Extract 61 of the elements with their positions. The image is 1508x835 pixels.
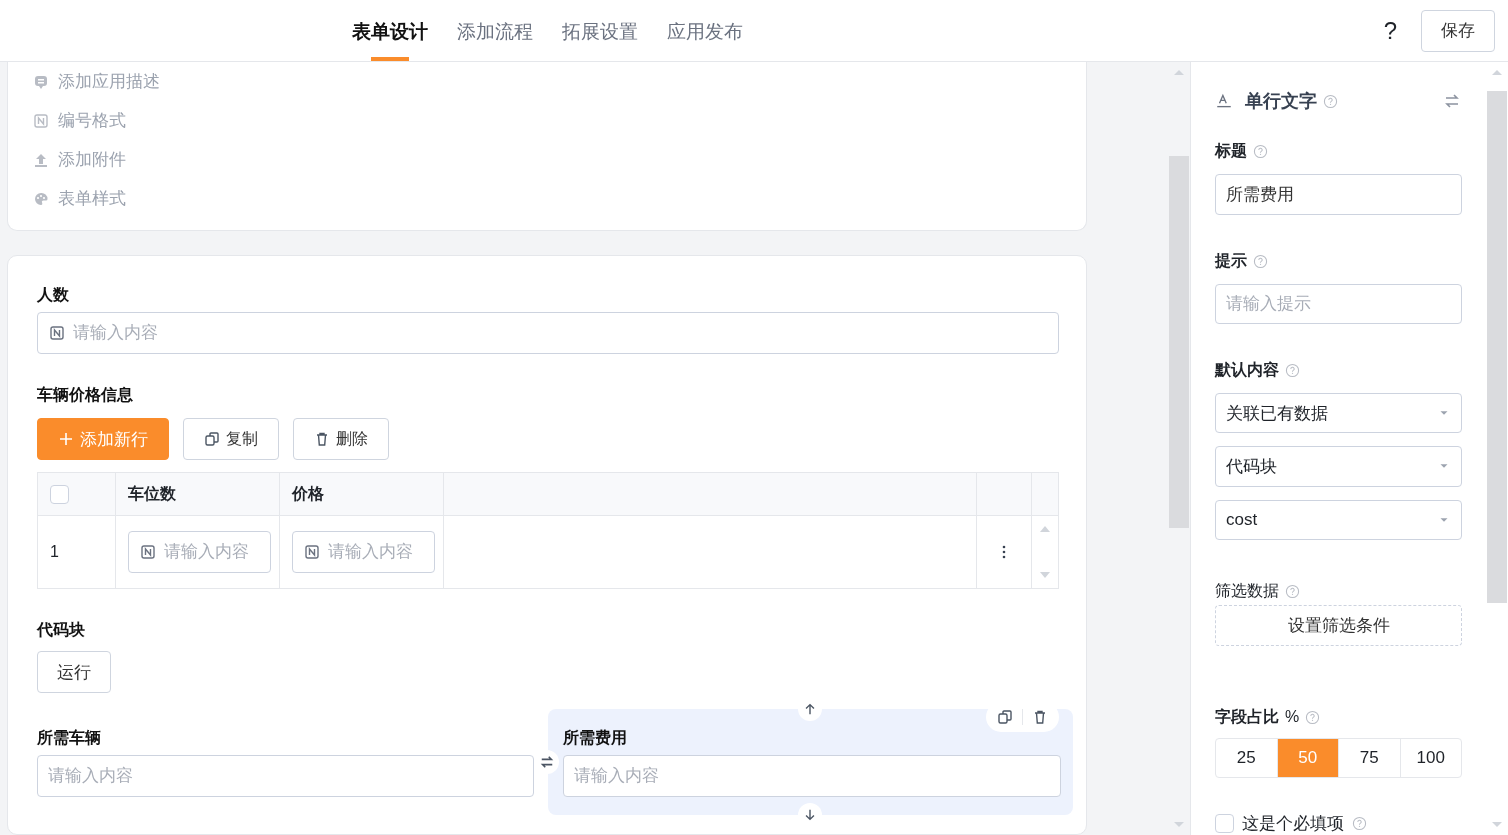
checkbox[interactable] xyxy=(1215,813,1234,833)
comment-icon xyxy=(33,73,49,90)
copy-icon xyxy=(204,431,220,447)
unit-label: % xyxy=(1285,708,1300,727)
row-number: 1 xyxy=(50,543,59,561)
trash-icon[interactable] xyxy=(1032,709,1048,725)
input-field[interactable]: 请输入内容 xyxy=(563,755,1061,797)
field-label: 标题 xyxy=(1215,141,1247,162)
checkbox-label: 这是个必填项 xyxy=(1242,812,1344,835)
number-icon xyxy=(33,112,49,129)
field-label: 人数 xyxy=(37,284,69,305)
help-icon xyxy=(1352,815,1367,831)
swap-icon xyxy=(540,755,554,769)
input-field[interactable]: 所需费用 xyxy=(1215,174,1462,215)
width-option[interactable]: 25 xyxy=(1216,738,1278,777)
dropdown[interactable]: 关联已有数据 xyxy=(1215,392,1462,434)
tab[interactable]: 添加流程 xyxy=(457,0,533,61)
width-option[interactable]: 100 xyxy=(1400,738,1461,777)
column-header: 车位数 xyxy=(128,483,176,504)
field-label: 提示 xyxy=(1215,250,1247,271)
field-label: 代码块 xyxy=(37,619,85,640)
copy-icon[interactable] xyxy=(997,709,1013,725)
delete-button[interactable]: 删除 xyxy=(293,418,389,460)
tab[interactable]: 拓展设置 xyxy=(562,0,638,61)
checkbox[interactable] xyxy=(50,484,69,504)
field-label: 所需车辆 xyxy=(37,727,101,748)
selected-field[interactable]: 所需费用 请输入内容 xyxy=(548,709,1073,815)
input-field[interactable]: 请输入内容 xyxy=(37,312,1059,354)
help-icon xyxy=(1323,93,1338,109)
field-label: 筛选数据 xyxy=(1215,581,1279,602)
width-option[interactable]: 75 xyxy=(1339,738,1401,777)
help-icon xyxy=(1253,253,1268,269)
panel-title: 单行文字 xyxy=(1245,90,1317,114)
input-field[interactable]: 请输入内容 xyxy=(37,755,534,797)
run-button[interactable]: 运行 xyxy=(37,651,111,693)
upload-icon xyxy=(33,151,49,168)
field-label: 默认内容 xyxy=(1215,359,1279,380)
column-header: 价格 xyxy=(292,483,324,504)
help-button[interactable]: ? xyxy=(1383,16,1397,45)
copy-button[interactable]: 复制 xyxy=(183,418,279,460)
filter-button[interactable]: 设置筛选条件 xyxy=(1215,605,1462,646)
dropdown[interactable]: cost xyxy=(1215,499,1462,541)
plus-icon xyxy=(58,431,74,447)
save-button[interactable]: 保存 xyxy=(1421,9,1495,52)
swap-icon[interactable] xyxy=(1444,93,1460,110)
field-label: 所需费用 xyxy=(563,727,627,748)
trash-icon xyxy=(314,431,330,447)
palette-icon xyxy=(33,190,49,207)
dropdown[interactable]: 代码块 xyxy=(1215,446,1462,487)
field-label: 车辆价格信息 xyxy=(37,384,133,405)
help-icon xyxy=(1285,362,1300,378)
input-field[interactable]: 请输入内容 xyxy=(128,531,271,573)
field-label: 字段占比 xyxy=(1215,706,1279,727)
down-arrow-icon xyxy=(803,808,817,822)
help-icon xyxy=(1253,144,1268,160)
input-field[interactable]: 请输入内容 xyxy=(292,531,435,573)
tab[interactable]: 应用发布 xyxy=(667,0,743,61)
input-field[interactable]: 请输入提示 xyxy=(1215,283,1462,324)
up-arrow-icon xyxy=(803,702,817,716)
help-icon xyxy=(1305,709,1321,725)
help-icon xyxy=(1285,584,1300,600)
